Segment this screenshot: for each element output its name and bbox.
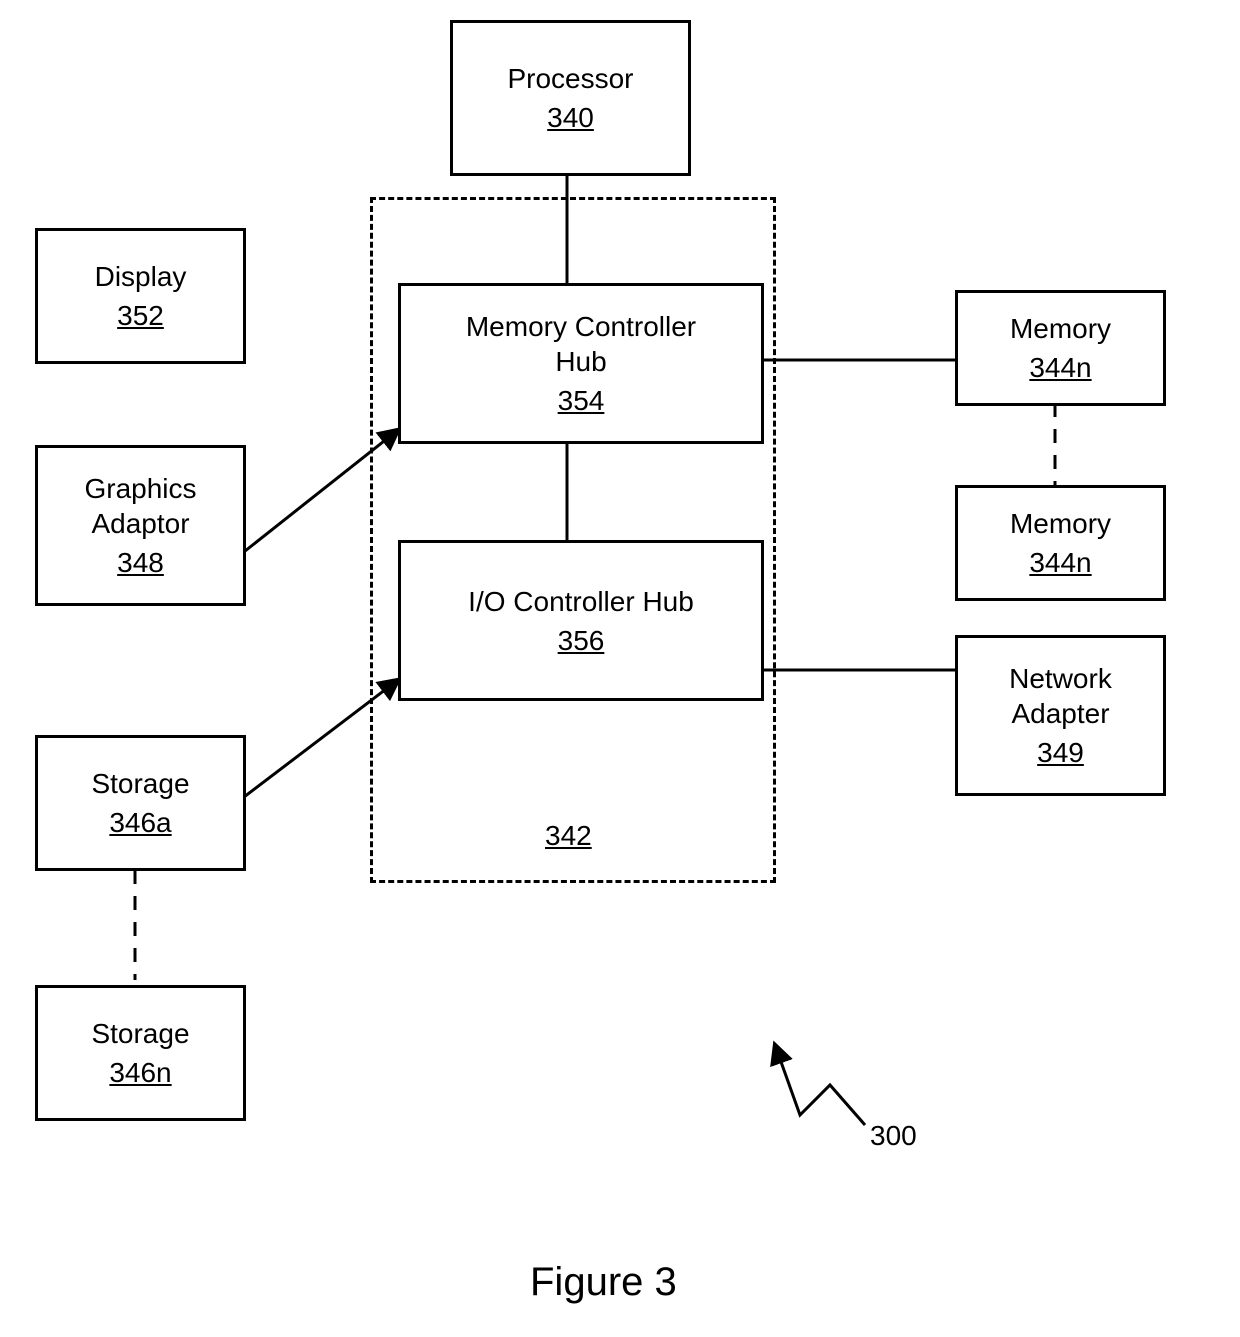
block-network-adapter-label: Network Adapter [1009,661,1112,731]
block-graphics-label: Graphics Adaptor [84,471,196,541]
block-storage-a-ref: 346a [109,805,171,840]
block-memory-top-label: Memory [1010,311,1111,346]
block-mch-label: Memory Controller Hub [466,309,696,379]
block-ich: I/O Controller Hub 356 [398,540,764,701]
system-ref-label: 300 [870,1120,917,1152]
block-storage-n-label: Storage [91,1016,189,1051]
block-network-adapter-ref: 349 [1037,735,1084,770]
figure-caption: Figure 3 [530,1260,677,1305]
block-memory-bot-ref: 344n [1029,545,1091,580]
block-memory-top: Memory 344n [955,290,1166,406]
block-storage-n-ref: 346n [109,1055,171,1090]
block-ich-ref: 356 [558,623,605,658]
block-network-adapter: Network Adapter 349 [955,635,1166,796]
block-graphics-ref: 348 [117,545,164,580]
block-storage-a: Storage 346a [35,735,246,871]
block-storage-a-label: Storage [91,766,189,801]
block-memory-bot-label: Memory [1010,506,1111,541]
block-storage-n: Storage 346n [35,985,246,1121]
block-mch: Memory Controller Hub 354 [398,283,764,444]
block-processor-ref: 340 [547,100,594,135]
block-ich-label: I/O Controller Hub [468,584,694,619]
block-mch-ref: 354 [558,383,605,418]
chipset-ref: 342 [545,820,592,852]
diagram-canvas: Processor 340 342 Memory Controller Hub … [0,0,1240,1337]
block-memory-top-ref: 344n [1029,350,1091,385]
block-display-label: Display [95,259,187,294]
block-display-ref: 352 [117,298,164,333]
block-display: Display 352 [35,228,246,364]
block-graphics: Graphics Adaptor 348 [35,445,246,606]
block-processor-label: Processor [507,61,633,96]
block-memory-bot: Memory 344n [955,485,1166,601]
system-ref-pointer [775,1045,865,1125]
block-processor: Processor 340 [450,20,691,176]
